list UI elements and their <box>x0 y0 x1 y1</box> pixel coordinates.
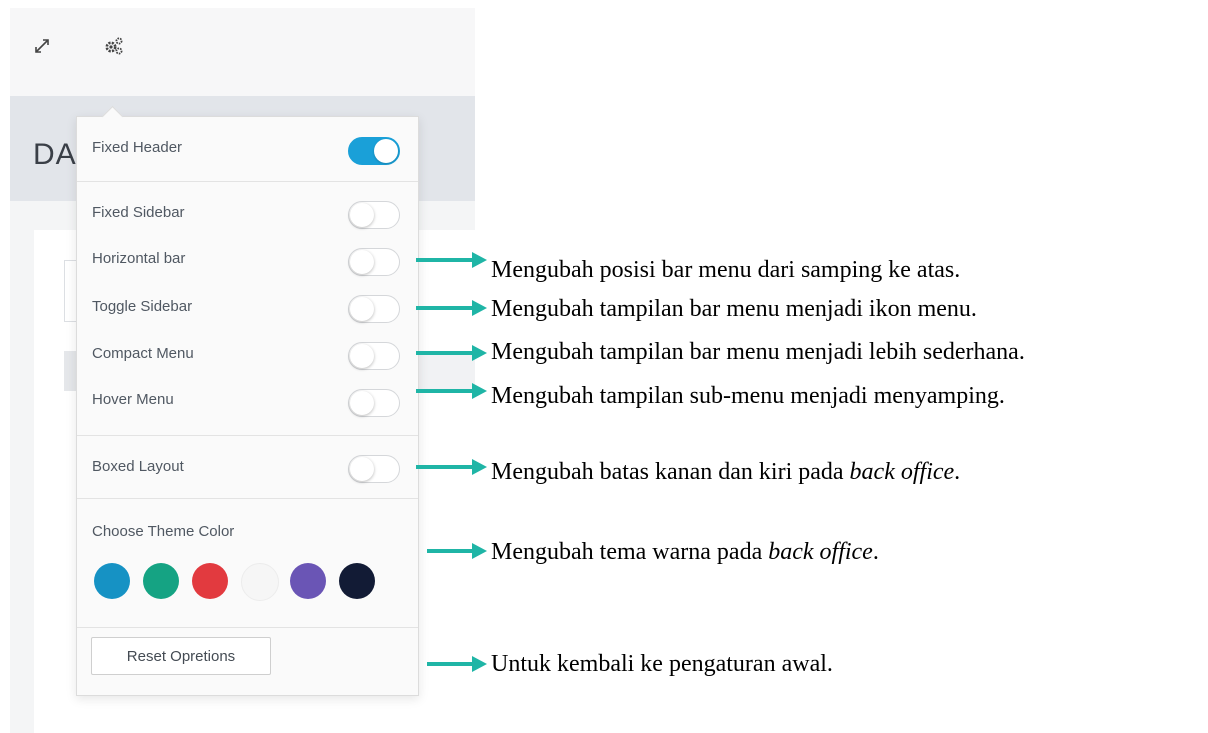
fixed-header-label: Fixed Header <box>92 139 183 156</box>
boxed-layout-label: Boxed Layout <box>92 458 184 475</box>
theme-swatch-red[interactable] <box>192 563 228 599</box>
annotation-text: . <box>872 539 879 565</box>
reset-options-button[interactable]: Reset Opretions <box>91 637 271 675</box>
hover-menu-toggle[interactable] <box>348 389 400 417</box>
annotation-arrow <box>416 300 487 316</box>
fixed-sidebar-toggle[interactable] <box>348 201 400 229</box>
toggle-sidebar-label: Toggle Sidebar <box>92 298 193 315</box>
annotation-hover-menu: Mengubah tampilan sub-menu menjadi menya… <box>491 383 1005 409</box>
toggle-sidebar-toggle[interactable] <box>348 295 400 323</box>
compact-menu-toggle[interactable] <box>348 342 400 370</box>
annotation-emphasis: back office <box>768 539 873 565</box>
settings-panel: Fixed Header Fixed Sidebar Horizontal ba… <box>76 105 419 696</box>
divider <box>77 498 418 499</box>
annotation-horizontal-bar: Mengubah posisi bar menu dari samping ke… <box>491 257 961 283</box>
toggle-knob <box>350 344 374 368</box>
fixed-header-toggle[interactable] <box>348 137 400 165</box>
toggle-knob <box>350 391 374 415</box>
annotation-arrow <box>416 459 487 475</box>
annotation-arrow <box>416 252 487 268</box>
toggle-knob <box>350 457 374 481</box>
fixed-sidebar-label: Fixed Sidebar <box>92 204 185 221</box>
annotation-text: Mengubah batas kanan dan kiri pada <box>491 459 850 485</box>
annotation-emphasis: back office <box>849 459 955 485</box>
theme-swatch-white[interactable] <box>241 563 279 601</box>
compact-menu-label: Compact Menu <box>92 345 194 362</box>
top-navbar <box>10 8 475 96</box>
horizontal-bar-toggle[interactable] <box>348 248 400 276</box>
toggle-knob <box>350 297 374 321</box>
expand-icon[interactable] <box>30 34 54 58</box>
toggle-knob <box>350 250 374 274</box>
hover-menu-label: Hover Menu <box>92 391 174 408</box>
theme-swatch-purple[interactable] <box>290 563 326 599</box>
annotation-arrow <box>416 345 487 361</box>
divider <box>77 181 418 182</box>
annotation-boxed-layout: Mengubah batas kanan dan kiri pada back … <box>491 458 960 486</box>
boxed-layout-toggle[interactable] <box>348 455 400 483</box>
annotation-text: . <box>954 459 961 485</box>
page-title: DA <box>33 138 77 171</box>
theme-swatch-green[interactable] <box>143 563 179 599</box>
theme-swatch-blue[interactable] <box>94 563 130 599</box>
theme-swatch-navy[interactable] <box>339 563 375 599</box>
annotation-toggle-sidebar: Mengubah tampilan bar menu menjadi ikon … <box>491 296 977 322</box>
theme-color-label: Choose Theme Color <box>92 523 235 540</box>
horizontal-bar-label: Horizontal bar <box>92 250 186 267</box>
divider <box>77 435 418 436</box>
annotation-arrow <box>427 656 487 672</box>
annotation-text: Mengubah tema warna pada <box>491 539 769 565</box>
annotation-theme-color: Mengubah tema warna pada back office. <box>491 538 879 566</box>
annotation-arrow <box>416 383 487 399</box>
annotation-compact-menu: Mengubah tampilan bar menu menjadi lebih… <box>491 339 1025 365</box>
annotation-arrow <box>427 543 487 559</box>
gears-icon[interactable] <box>102 34 126 58</box>
toggle-knob <box>374 139 398 163</box>
annotation-reset: Untuk kembali ke pengaturan awal. <box>491 651 833 677</box>
divider <box>77 627 418 628</box>
toggle-knob <box>350 203 374 227</box>
